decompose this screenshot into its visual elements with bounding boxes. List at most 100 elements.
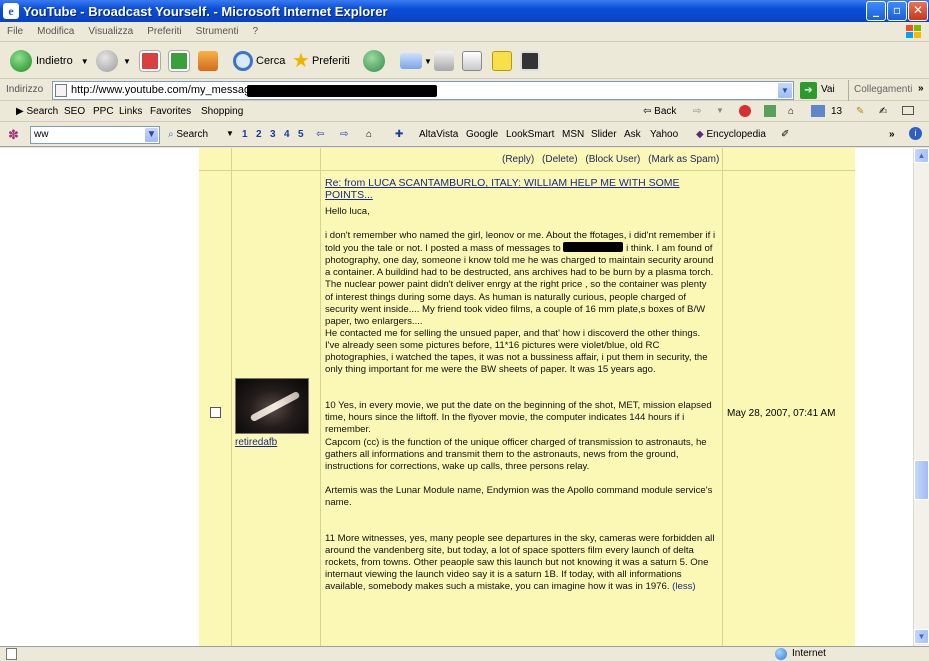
- menu-edit[interactable]: Modifica: [30, 26, 81, 37]
- paragraph: i don't remember who named the girl, leo…: [325, 230, 716, 376]
- delete-link[interactable]: (Delete): [542, 154, 578, 165]
- messenger-button[interactable]: [520, 49, 540, 73]
- chevron-down-icon[interactable]: ▼: [123, 57, 131, 66]
- home-icon[interactable]: ⌂: [788, 106, 794, 117]
- page-icon: [55, 84, 67, 97]
- menu-view[interactable]: Visualizza: [81, 26, 140, 37]
- engine-ask[interactable]: Ask: [624, 129, 641, 140]
- edit-button[interactable]: [462, 49, 482, 73]
- mail-icon: [400, 53, 422, 69]
- chevron-down-icon[interactable]: ▼: [144, 127, 159, 143]
- flower-icon: ✽: [8, 127, 19, 142]
- search-icon: [233, 51, 253, 71]
- scroll-up-icon[interactable]: ▲: [914, 148, 929, 163]
- link-ppc[interactable]: PPC: [93, 106, 114, 117]
- stop-button[interactable]: [140, 49, 160, 73]
- page-1[interactable]: 1: [242, 129, 248, 140]
- minimize-button[interactable]: _: [866, 1, 886, 21]
- vertical-scrollbar[interactable]: ▲ ▼: [913, 148, 929, 646]
- left-margin: [0, 148, 199, 646]
- printer-icon: [434, 51, 454, 71]
- search-go-button[interactable]: ⌕ Search: [168, 129, 208, 140]
- close-button[interactable]: ✕: [908, 1, 928, 21]
- stop-icon[interactable]: [739, 105, 751, 117]
- block-user-link[interactable]: (Block User): [585, 154, 640, 165]
- engine-looksmart[interactable]: LookSmart: [506, 129, 554, 140]
- forward-button[interactable]: ▼: [96, 49, 131, 73]
- link-shopping[interactable]: Shopping: [201, 106, 243, 117]
- mark-spam-link[interactable]: (Mark as Spam): [648, 154, 719, 165]
- avatar[interactable]: [235, 378, 309, 434]
- menu-help[interactable]: ?: [245, 26, 265, 37]
- print-button[interactable]: [434, 49, 454, 73]
- back-arrow-icon[interactable]: ⇦: [316, 129, 324, 140]
- maximize-button[interactable]: ▫: [887, 1, 907, 21]
- chevron-down-icon[interactable]: ▼: [716, 106, 724, 115]
- engine-yahoo[interactable]: Yahoo: [650, 129, 678, 140]
- refresh-button[interactable]: [169, 49, 189, 73]
- menu-tools[interactable]: Strumenti: [189, 26, 246, 37]
- link-favorites[interactable]: Favorites: [150, 106, 191, 117]
- message-checkbox[interactable]: [210, 407, 221, 418]
- forward-arrow-icon[interactable]: ⇨: [693, 106, 701, 117]
- page-2[interactable]: 2: [256, 129, 262, 140]
- go-button[interactable]: Vai: [821, 84, 835, 95]
- chart-icon[interactable]: [811, 105, 825, 117]
- favorites-star-icon: ★: [292, 50, 310, 72]
- sender-username[interactable]: retiredafb: [235, 437, 277, 448]
- favorites-button[interactable]: ★ Preferiti: [292, 49, 350, 73]
- link-links[interactable]: Links: [119, 106, 142, 117]
- discuss-button[interactable]: [492, 49, 512, 73]
- engine-slider[interactable]: Slider: [591, 129, 617, 140]
- history-button[interactable]: [363, 49, 385, 73]
- links-label[interactable]: Collegamenti: [854, 84, 912, 95]
- chevron-right-icon[interactable]: »: [889, 129, 895, 140]
- less-link[interactable]: (less): [672, 581, 695, 592]
- message-actions: (Reply) (Delete) (Block User) (Mark as S…: [502, 154, 724, 165]
- back-button[interactable]: Indietro ▼: [10, 49, 89, 73]
- engine-msn[interactable]: MSN: [562, 129, 584, 140]
- info-icon[interactable]: i: [909, 127, 922, 140]
- search-query-input[interactable]: ww ▼: [30, 126, 160, 144]
- address-bar: Indirizzo http://www.youtube.com/my_mess…: [0, 80, 929, 101]
- search-button[interactable]: Cerca: [233, 49, 285, 73]
- page-5[interactable]: 5: [298, 129, 304, 140]
- menu-file[interactable]: File: [0, 26, 30, 37]
- home-icon[interactable]: ⌂: [366, 129, 372, 140]
- paragraph: Artemis was the Lunar Module name, Endym…: [325, 484, 713, 508]
- chevron-down-icon[interactable]: ▼: [424, 57, 432, 66]
- redaction-bar: [563, 242, 624, 253]
- chevron-down-icon[interactable]: ▼: [226, 129, 234, 138]
- scroll-down-icon[interactable]: ▼: [914, 629, 929, 644]
- window-icon[interactable]: [902, 106, 914, 115]
- go-arrow-icon[interactable]: ➔: [800, 82, 817, 99]
- address-input[interactable]: http://www.youtube.com/my_message ▼: [52, 81, 794, 100]
- engine-google[interactable]: Google: [466, 129, 498, 140]
- chevron-right-icon[interactable]: »: [918, 83, 924, 94]
- right-margin: [855, 148, 913, 646]
- search-toolbar: ✽ ww ▼ ⌕ Search ▼ 1 2 3 4 5 ⇦ ⇨ ⌂ ✚ Alta…: [0, 123, 929, 147]
- plus-icon[interactable]: ✚: [395, 129, 403, 140]
- message-subject[interactable]: Re: from LUCA SCANTAMBURLO, ITALY: WILLI…: [325, 177, 705, 201]
- edit-icon[interactable]: ✍: [879, 106, 887, 117]
- note-icon[interactable]: ✐: [781, 129, 789, 140]
- page-3[interactable]: 3: [270, 129, 276, 140]
- chevron-down-icon[interactable]: ▼: [777, 82, 793, 99]
- mail-button[interactable]: ▼: [400, 49, 432, 73]
- home-button[interactable]: [198, 49, 218, 73]
- menu-favorites[interactable]: Preferiti: [140, 26, 188, 37]
- links-search-button[interactable]: ▶ Search: [16, 106, 58, 117]
- back-arrow-icon: ⇦: [643, 106, 652, 117]
- windows-flag-icon: [906, 25, 921, 38]
- reply-link[interactable]: (Reply): [502, 154, 534, 165]
- scroll-thumb[interactable]: [914, 460, 929, 500]
- links-back-button[interactable]: ⇦ Back: [643, 106, 676, 117]
- refresh-icon[interactable]: [764, 105, 776, 117]
- link-seo[interactable]: SEO: [64, 106, 85, 117]
- engine-altavista[interactable]: AltaVista: [419, 129, 458, 140]
- chevron-down-icon[interactable]: ▼: [81, 57, 89, 66]
- page-4[interactable]: 4: [284, 129, 290, 140]
- forward-arrow-icon[interactable]: ⇨: [340, 129, 348, 140]
- encyclopedia-button[interactable]: ◆ Encyclopedia: [696, 129, 766, 140]
- pencil-icon[interactable]: ✎: [856, 106, 864, 117]
